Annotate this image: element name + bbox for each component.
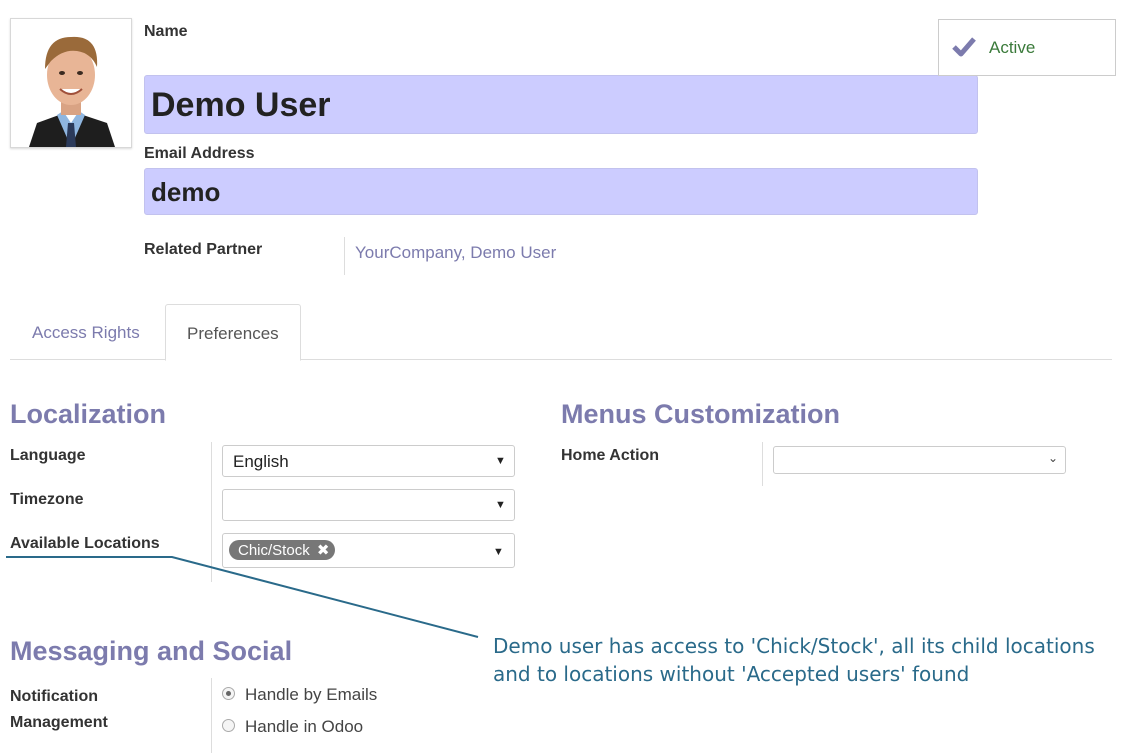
annotation-line-1: Demo user has access to 'Chick/Stock', a… [493, 634, 1095, 658]
annotation-line-2: and to locations without 'Accepted users… [493, 662, 970, 686]
messaging-social-title: Messaging and Social [10, 636, 293, 666]
messaging-divider [211, 678, 212, 753]
radio-button-checked[interactable] [222, 687, 235, 700]
notification-label-line-2: Management [10, 714, 108, 731]
radio-label-emails: Handle by Emails [245, 685, 378, 704]
radio-button-unchecked[interactable] [222, 719, 235, 732]
radio-label-odoo: Handle in Odoo [245, 717, 364, 736]
notification-management-label: Notification Management [10, 684, 108, 736]
annotation-text: Demo user has access to 'Chick/Stock', a… [493, 632, 1095, 688]
notification-label-line-1: Notification [10, 688, 98, 705]
